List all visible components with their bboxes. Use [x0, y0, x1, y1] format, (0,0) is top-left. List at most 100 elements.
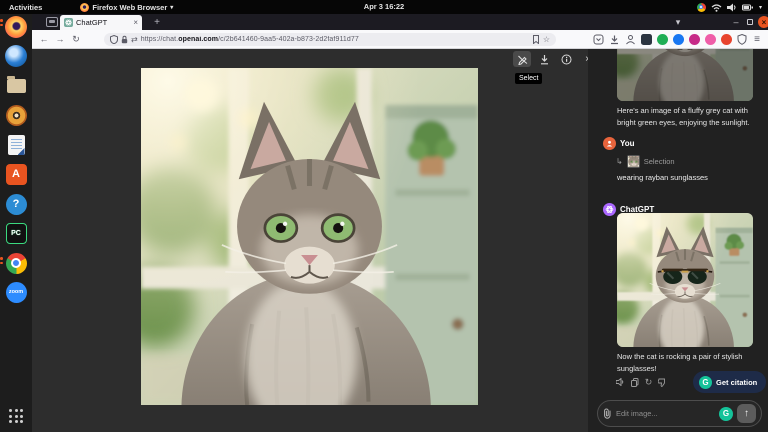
- battery-icon: [742, 3, 754, 12]
- extensions-row: ≡: [593, 33, 760, 46]
- dock: A ? PC zoom: [0, 14, 32, 432]
- attach-icon[interactable]: [603, 408, 612, 419]
- app-menu-label: Firefox Web Browser: [92, 3, 167, 12]
- tab-title: ChatGPT: [76, 18, 130, 27]
- star-icon[interactable]: ☆: [543, 35, 550, 44]
- tab-bar: ChatGPT × + ▾ – ×: [32, 14, 768, 30]
- dock-item-files[interactable]: [4, 74, 28, 98]
- system-tray[interactable]: ▾: [697, 0, 762, 14]
- select-tooltip: Select: [515, 73, 542, 84]
- chrome-running-dots: [0, 257, 3, 264]
- user-prompt: wearing rayban sunglasses: [617, 173, 708, 182]
- selection-row: ↳ Selection: [616, 155, 675, 168]
- blue-ext-icon[interactable]: [673, 34, 684, 45]
- app-grid-icon: [9, 409, 23, 423]
- regenerate-icon[interactable]: ↻: [644, 377, 653, 387]
- citation-g-icon: G: [699, 376, 712, 389]
- chrome-icon: [6, 253, 27, 274]
- new-tab-button[interactable]: +: [150, 14, 164, 30]
- shield-icon[interactable]: [110, 35, 118, 44]
- tab-chatgpt[interactable]: ChatGPT ×: [60, 15, 142, 30]
- select-tool-button[interactable]: [513, 51, 531, 67]
- thunderbird-icon: [5, 45, 27, 67]
- account-ext-icon[interactable]: [625, 34, 636, 45]
- dock-item-help[interactable]: ?: [4, 192, 28, 216]
- selection-label: Selection: [644, 157, 675, 166]
- selection-thumbnail[interactable]: [627, 155, 640, 168]
- volume-icon: [727, 3, 737, 12]
- copy-icon[interactable]: [630, 377, 639, 387]
- help-icon: ?: [6, 194, 27, 215]
- edit-image-input[interactable]: [616, 409, 715, 418]
- close-window-button[interactable]: ×: [758, 16, 768, 28]
- conversation-panel: Here's an image of a fluffy grey cat wit…: [588, 49, 768, 432]
- firefox-window: ChatGPT × + ▾ – × ← → ↻ ⇄ ht: [32, 14, 768, 432]
- dock-item-software[interactable]: A: [4, 162, 28, 186]
- pycharm-icon: PC: [6, 223, 27, 244]
- firefox-view-button[interactable]: [46, 17, 58, 27]
- zoom-icon: zoom: [6, 282, 27, 303]
- maximize-button[interactable]: [744, 14, 756, 30]
- info-button[interactable]: [557, 51, 575, 67]
- dock-item-firefox[interactable]: [4, 15, 28, 39]
- minimize-button[interactable]: –: [730, 14, 742, 30]
- reload-button[interactable]: ↻: [68, 34, 84, 45]
- thumbs-down-icon[interactable]: [658, 377, 667, 387]
- files-icon: [7, 79, 26, 93]
- shield-ext-icon[interactable]: [737, 34, 747, 45]
- url-bar[interactable]: ⇄ https://chat.openai.com/c/2b641460-9aa…: [104, 33, 556, 46]
- cat-image-full[interactable]: [141, 68, 478, 405]
- send-button[interactable]: ↑: [737, 404, 756, 423]
- reply-arrow-icon: ↳: [616, 157, 623, 166]
- screen: Activities Firefox Web Browser ▾ Apr 3 1…: [0, 0, 768, 432]
- chatgpt-avatar: [603, 203, 616, 216]
- dock-item-pycharm[interactable]: PC: [4, 221, 28, 245]
- recorder-ext-icon[interactable]: [721, 34, 732, 45]
- bookmark-icon[interactable]: [532, 35, 540, 44]
- forward-button[interactable]: →: [52, 34, 68, 44]
- user-message-header: You: [603, 137, 635, 150]
- image-viewer: × Select: [32, 49, 588, 432]
- app-menu[interactable]: Firefox Web Browser ▾: [80, 3, 173, 12]
- get-citation-button[interactable]: G Get citation: [693, 371, 766, 393]
- lock-icon[interactable]: [121, 35, 128, 44]
- dock-item-writer[interactable]: [4, 133, 28, 157]
- show-applications-button[interactable]: [4, 404, 28, 428]
- magenta-ext-icon[interactable]: [689, 34, 700, 45]
- tray-caret-icon: ▾: [759, 4, 762, 11]
- download-button[interactable]: [535, 51, 553, 67]
- green-ext-icon[interactable]: [657, 34, 668, 45]
- citation-label: Get citation: [716, 378, 757, 387]
- wifi-icon: [711, 3, 722, 12]
- firefox-icon: [5, 16, 27, 38]
- pocket-ext-icon[interactable]: [593, 34, 604, 45]
- chatgpt-favicon: [64, 18, 73, 27]
- pink-ext-icon[interactable]: [705, 34, 716, 45]
- ubuntu-software-icon: A: [6, 164, 27, 185]
- back-button[interactable]: ←: [36, 34, 52, 44]
- navigation-toolbar: ← → ↻ ⇄ https://chat.openai.com/c/2b6414…: [32, 30, 768, 49]
- message-actions: ↻: [616, 377, 667, 387]
- user-name: You: [620, 139, 635, 148]
- downloads-ext-icon[interactable]: [609, 34, 620, 45]
- dock-item-chrome[interactable]: [4, 251, 28, 275]
- menu-icon[interactable]: ≡: [754, 34, 760, 45]
- dock-item-rhythmbox[interactable]: [4, 103, 28, 127]
- tab-close-icon[interactable]: ×: [133, 18, 138, 27]
- chatgpt-page: × Select Here's an image of a fluffy gre…: [32, 49, 768, 432]
- chrome-tray-icon: [697, 3, 706, 12]
- dock-item-thunderbird[interactable]: [4, 44, 28, 68]
- list-tabs-button[interactable]: ▾: [670, 14, 686, 30]
- cat-sunglasses-image[interactable]: [617, 213, 753, 347]
- composer: G ↑: [597, 400, 762, 427]
- translate-icon[interactable]: ⇄: [131, 35, 138, 44]
- activities-button[interactable]: Activities: [9, 3, 42, 12]
- dark-ext-icon[interactable]: [641, 34, 652, 45]
- grammarly-icon[interactable]: G: [719, 407, 733, 421]
- clock[interactable]: Apr 3 16:22: [364, 0, 404, 14]
- user-avatar: [603, 137, 616, 150]
- dock-item-zoom[interactable]: zoom: [4, 280, 28, 304]
- rhythmbox-icon: [6, 105, 27, 126]
- read-aloud-icon[interactable]: [616, 377, 625, 387]
- cat-image-thumb-partial[interactable]: [617, 49, 753, 101]
